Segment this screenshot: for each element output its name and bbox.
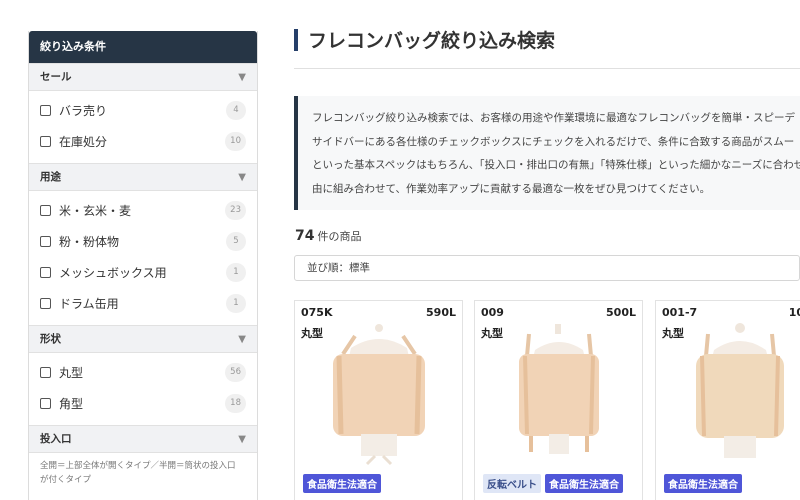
count-badge: 4 <box>226 101 246 120</box>
checkbox[interactable] <box>40 298 51 309</box>
filter-option[interactable]: 丸型 56 <box>29 357 257 388</box>
product-capacity: 590L <box>426 306 456 319</box>
caret-down-icon[interactable]: ▼ <box>238 164 246 191</box>
intro-line: 由に組み合わせて、作業効率アップに貢献する最適な一枚をぜひ見つけてください。 <box>312 182 711 195</box>
count-badge: 10 <box>225 132 246 151</box>
result-suffix: 件の商品 <box>317 230 362 243</box>
product-capacity: 500L <box>606 306 636 319</box>
checkbox[interactable] <box>40 398 51 409</box>
intro-line: フレコンバッグ絞り込み検索では、お客様の用途や作業環境に最適なフレコンバッグを簡… <box>312 112 795 124</box>
count-badge: 18 <box>225 394 246 413</box>
product-card[interactable]: 009 500L 丸型 反転ベルト 食品衛生法適合 <box>474 300 643 500</box>
filter-option[interactable]: 在庫処分 10 <box>29 126 257 157</box>
note-line: 全開＝上部全体が開くタイプ／半開＝筒状の投入口 <box>40 461 236 471</box>
section-body-shape: 丸型 56 角型 18 <box>29 353 257 425</box>
filter-option[interactable]: メッシュボックス用 1 <box>29 257 257 288</box>
filter-option[interactable]: 角型 18 <box>29 388 257 419</box>
checkbox[interactable] <box>40 136 51 147</box>
product-code: 009 <box>481 306 504 319</box>
section-header-shape[interactable]: 形状 ▼ <box>29 325 257 353</box>
checkbox[interactable] <box>40 267 51 278</box>
tag-list: 食品衛生法適合 <box>303 474 381 493</box>
food-safety-tag: 食品衛生法適合 <box>303 474 381 493</box>
inlet-note: 全開＝上部全体が開くタイプ／半開＝筒状の投入口 が付くタイプ <box>29 453 257 487</box>
product-capacity: 10 <box>788 306 800 319</box>
product-code: 001-7 <box>662 306 698 319</box>
filter-sidebar: 絞り込み条件 セール ▼ バラ売り 4 在庫処分 10 用途 ▼ 米・玄米・麦 … <box>28 31 258 500</box>
page-title: フレコンバッグ絞り込み検索 <box>308 30 556 52</box>
intro-line: といった基本スペックはもちろん、「投入口・排出口の有無」「特殊仕様」といった細か… <box>312 159 800 171</box>
tag-list: 反転ベルト 食品衛生法適合 <box>483 474 623 493</box>
intro-line: サイドバーにある各仕様のチェックボックスにチェックを入れるだけで、条件に合致する… <box>312 135 795 148</box>
option-label: 粉・粉体物 <box>59 235 120 249</box>
reverse-belt-tag: 反転ベルト <box>483 474 541 493</box>
option-label: メッシュボックス用 <box>59 266 167 280</box>
filter-option[interactable]: バラ売り 4 <box>29 95 257 126</box>
caret-down-icon[interactable]: ▼ <box>238 326 246 353</box>
count-badge: 5 <box>226 232 246 251</box>
filter-option[interactable]: 米・玄米・麦 23 <box>29 195 257 226</box>
bag-image <box>333 324 425 466</box>
section-title: 投入口 <box>40 433 72 445</box>
title-accent-bar <box>294 29 298 51</box>
caret-down-icon[interactable]: ▼ <box>238 64 246 91</box>
count-badge: 56 <box>225 363 246 382</box>
checkbox[interactable] <box>40 367 51 378</box>
sidebar-title: 絞り込み条件 <box>29 31 257 63</box>
section-body-sale: バラ売り 4 在庫処分 10 <box>29 91 257 163</box>
result-count: 74 件の商品 <box>295 228 361 244</box>
checkbox[interactable] <box>40 236 51 247</box>
tag-list: 食品衛生法適合 <box>664 474 742 493</box>
bag-image <box>696 323 784 458</box>
option-label: ドラム缶用 <box>59 297 119 311</box>
section-header-sale[interactable]: セール ▼ <box>29 63 257 91</box>
intro-box: フレコンバッグ絞り込み検索では、お客様の用途や作業環境に最適なフレコンバッグを簡… <box>294 96 800 210</box>
count-badge: 23 <box>225 201 246 220</box>
food-safety-tag: 食品衛生法適合 <box>545 474 623 493</box>
option-label: 在庫処分 <box>59 135 108 149</box>
product-card[interactable]: 001-7 10 丸型 食品衛生法適合 <box>655 300 800 500</box>
product-shape: 丸型 <box>662 327 684 340</box>
section-header-inlet[interactable]: 投入口 ▼ <box>29 425 257 453</box>
section-title: 形状 <box>40 333 61 345</box>
section-header-usage[interactable]: 用途 ▼ <box>29 163 257 191</box>
option-label: 角型 <box>59 397 84 411</box>
count-badge: 1 <box>226 263 246 282</box>
sort-select[interactable]: 並び順：標準 <box>294 255 800 281</box>
checkbox[interactable] <box>40 105 51 116</box>
section-title: セール <box>40 71 72 83</box>
caret-down-icon[interactable]: ▼ <box>238 426 246 453</box>
filter-option[interactable]: ドラム缶用 1 <box>29 288 257 319</box>
section-title: 用途 <box>40 171 61 183</box>
checkbox[interactable] <box>40 205 51 216</box>
note-line: が付くタイプ <box>40 475 92 485</box>
divider <box>294 68 800 69</box>
bag-image <box>519 324 599 454</box>
product-code: 075K <box>301 306 333 319</box>
count-badge: 1 <box>226 294 246 313</box>
product-shape: 丸型 <box>481 327 503 340</box>
food-safety-tag: 食品衛生法適合 <box>664 474 742 493</box>
option-label: バラ売り <box>59 104 108 118</box>
section-body-usage: 米・玄米・麦 23 粉・粉体物 5 メッシュボックス用 1 ドラム缶用 1 <box>29 191 257 325</box>
option-label: 米・玄米・麦 <box>59 204 132 218</box>
product-card[interactable]: 075K 590L 丸型 食品衛生法適合 <box>294 300 463 500</box>
filter-option[interactable]: 粉・粉体物 5 <box>29 226 257 257</box>
result-number: 74 <box>295 228 315 244</box>
product-shape: 丸型 <box>301 327 323 340</box>
option-label: 丸型 <box>59 366 84 380</box>
